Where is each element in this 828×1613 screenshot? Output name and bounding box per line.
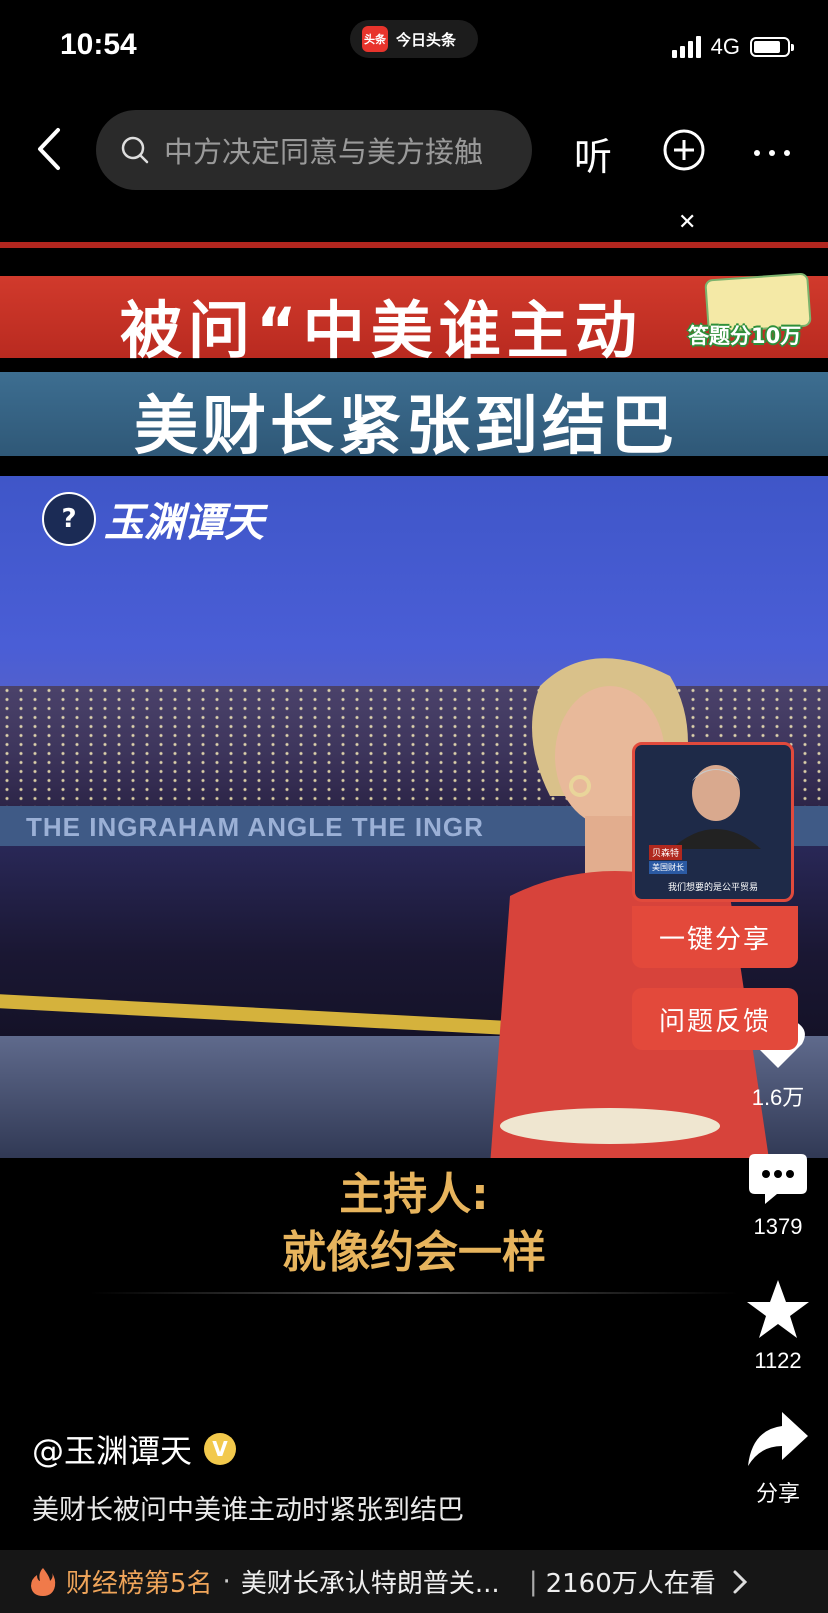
close-overlay-button[interactable]: ✕ <box>678 210 696 235</box>
video-title[interactable]: 美财长被问中美谁主动时紧张到结巴 <box>32 1488 464 1527</box>
battery-icon <box>750 37 794 57</box>
caption-line-2: 就像约会一样 <box>282 1227 546 1278</box>
app-name: 今日头条 <box>396 30 457 49</box>
app-indicator-pill[interactable]: 头条 今日头条 <box>350 20 478 58</box>
search-placeholder: 中方决定同意与美方接触 <box>164 135 484 169</box>
hot-viewers: 2160万人在看 <box>545 1569 716 1599</box>
hot-topic: 美财长承认特朗普关... <box>240 1569 500 1599</box>
share-label: 分享 <box>755 1481 800 1506</box>
toutiao-logo-icon: 头条 <box>362 26 388 52</box>
channel-logo-icon: ? <box>42 492 96 546</box>
quiz-reward-badge[interactable]: 答题分10万 <box>688 272 814 348</box>
headline-red-text: 被问“中美谁主动 <box>120 294 643 367</box>
star-icon <box>747 1280 809 1338</box>
one-click-share-button[interactable]: 一键分享 <box>632 906 798 968</box>
chevron-right-icon <box>733 1570 747 1593</box>
author-name[interactable]: @玉渊谭天 <box>32 1426 192 1472</box>
caption-divider <box>90 1292 738 1294</box>
verified-badge-icon: V <box>204 1433 237 1465</box>
caption-line-1: 主持人: <box>339 1169 489 1220</box>
thumbnail-person <box>671 765 761 849</box>
popup-thumbnail[interactable]: 贝森特 美国财长 我们想要的是公平贸易 <box>632 742 794 902</box>
thumbnail-subtitle: 我们想要的是公平贸易 <box>667 883 758 893</box>
favorite-button[interactable]: 1122 <box>738 1278 818 1374</box>
chevron-left-icon <box>38 128 60 170</box>
video-top-stripe <box>0 242 828 248</box>
search-icon <box>121 136 149 164</box>
channel-watermark: ? 玉渊谭天 <box>42 490 264 548</box>
channel-logo-text: 玉渊谭天 <box>104 499 264 546</box>
comment-count: 1379 <box>753 1214 803 1239</box>
feedback-button[interactable]: 问题反馈 <box>632 988 798 1050</box>
search-input[interactable]: 中方决定同意与美方接触 <box>96 110 532 190</box>
hot-dot: · <box>222 1566 231 1597</box>
plus-circle-icon <box>663 129 705 171</box>
favorite-count: 1122 <box>754 1348 802 1373</box>
add-button[interactable] <box>662 128 706 172</box>
share-arrow-icon <box>748 1412 808 1466</box>
hot-ranking-bar[interactable]: 财经榜第5名 · 美财长承认特朗普关... | 2160万人在看 <box>0 1550 828 1613</box>
share-popup: 贝森特 美国财长 我们想要的是公平贸易 一键分享 问题反馈 <box>632 742 798 1050</box>
more-dots-icon <box>754 150 790 156</box>
share-button[interactable]: 分享 <box>738 1410 818 1508</box>
status-time: 10:54 <box>60 28 137 61</box>
quiz-reward-label: 答题分10万 <box>688 324 802 348</box>
more-menu-button[interactable] <box>752 144 792 158</box>
hot-rank: 财经榜第5名 <box>66 1569 213 1599</box>
like-count: 1.6万 <box>751 1085 805 1110</box>
back-button[interactable] <box>30 122 70 176</box>
author-row[interactable]: @玉渊谭天 V <box>32 1426 237 1472</box>
comment-icon <box>749 1154 807 1204</box>
headline-blue-text: 美财长紧张到结巴 <box>134 390 678 464</box>
signal-icon <box>671 36 701 58</box>
status-indicators: 4G <box>671 34 794 60</box>
listen-button[interactable]: 听 <box>574 126 612 181</box>
thumbnail-title-tag: 美国财长 <box>649 861 687 874</box>
hot-separator: | <box>528 1566 538 1597</box>
studio-sign-text: THE INGRAHAM ANGLE THE INGR <box>26 812 484 842</box>
flame-icon <box>31 1567 56 1596</box>
video-caption: 主持人: 就像约会一样 <box>0 1166 828 1282</box>
network-type: 4G <box>710 34 740 59</box>
thumbnail-name-tag: 贝森特 <box>649 845 683 860</box>
comment-button[interactable]: 1379 <box>738 1150 818 1240</box>
